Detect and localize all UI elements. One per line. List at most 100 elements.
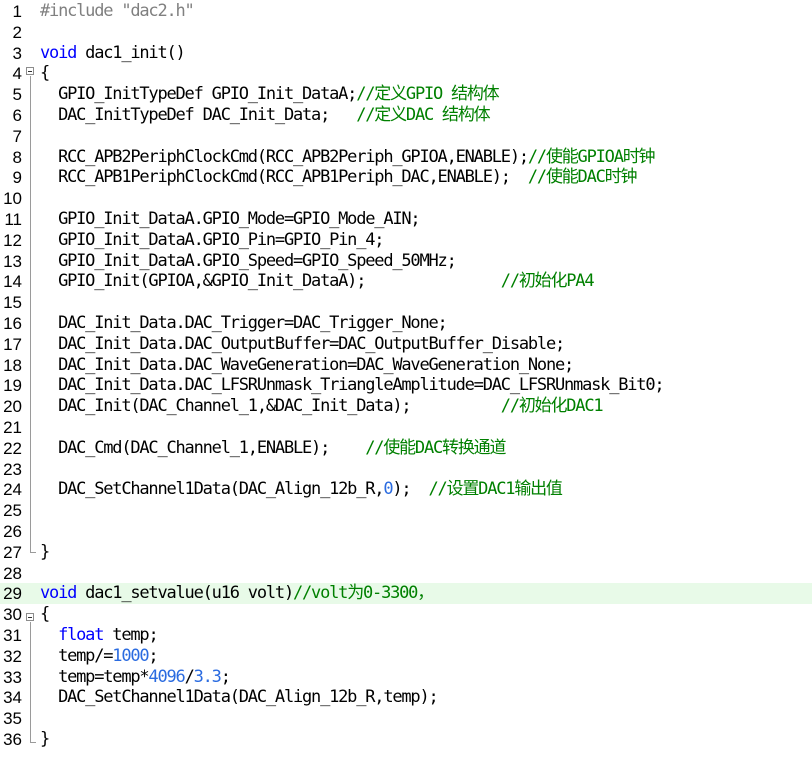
code-line[interactable]: 20 DAC_Init(DAC_Channel_1,&DAC_Init_Data…	[0, 396, 812, 417]
code-text[interactable]: {	[40, 604, 50, 625]
code-line[interactable]: 5 GPIO_InitTypeDef GPIO_Init_DataA;//定义G…	[0, 84, 812, 105]
code-text[interactable]: }	[40, 729, 50, 750]
line-number: 22	[3, 438, 22, 458]
code-line[interactable]: 18 DAC_Init_Data.DAC_WaveGeneration=DAC_…	[0, 355, 812, 376]
code-line[interactable]: 31 float temp;	[0, 625, 812, 646]
comment-token: //初始化PA4	[500, 271, 595, 292]
line-number: 10	[3, 189, 22, 209]
code-line[interactable]: 4{	[0, 63, 812, 84]
line-number: 26	[3, 522, 22, 541]
code-line[interactable]: 29 void dac1_setvalue(u16 volt)//volt为0-3…	[0, 583, 812, 605]
code-text[interactable]: {	[40, 63, 50, 84]
code-text[interactable]: GPIO_Init_DataA.GPIO_Pin=GPIO_Pin_4;	[40, 229, 384, 251]
code-text[interactable]: DAC_Init_Data.DAC_OutputBuffer=DAC_Outpu…	[40, 333, 565, 355]
code-token: );	[392, 479, 429, 500]
fold-toggle-icon[interactable]	[26, 613, 34, 621]
code-text[interactable]: #include "dac2.h"	[40, 1, 195, 22]
code-text[interactable]: GPIO_Init_DataA.GPIO_Mode=GPIO_Mode_AIN;	[40, 209, 421, 230]
code-line[interactable]: 11 GPIO_Init_DataA.GPIO_Mode=GPIO_Mode_A…	[0, 209, 812, 230]
code-line[interactable]: 24 DAC_SetChannel1Data(DAC_Align_12b_R,0…	[0, 479, 812, 500]
line-number: 34	[3, 688, 22, 708]
code-line[interactable]: 27}	[0, 542, 812, 563]
code-text[interactable]: DAC_Init_Data.DAC_Trigger=DAC_Trigger_No…	[40, 313, 448, 334]
code-text[interactable]: DAC_Init_Data.DAC_LFSRUnmask_TriangleAmp…	[40, 375, 665, 396]
code-text[interactable]: GPIO_InitTypeDef GPIO_Init_DataA;//定义GPI…	[40, 84, 500, 105]
code-token: /	[184, 666, 195, 687]
code-line[interactable]: 6 DAC_InitTypeDef DAC_Init_Data; //定义DAC…	[0, 105, 812, 126]
keyword-token: void	[40, 583, 77, 604]
code-token: DAC_Init_Data.DAC_OutputBuffer=DAC_Outpu…	[40, 333, 565, 354]
code-line[interactable]: 16 DAC_Init_Data.DAC_Trigger=DAC_Trigger…	[0, 313, 812, 334]
code-text[interactable]: float temp;	[40, 625, 159, 646]
comment-token: //初始化DAC1	[500, 396, 604, 417]
code-text[interactable]: DAC_InitTypeDef DAC_Init_Data; //定义DAC 结…	[40, 105, 491, 126]
code-token: GPIO_Init(GPIOA,&GPIO_Init_DataA);	[40, 271, 501, 292]
code-text[interactable]: void dac1_init()	[40, 43, 186, 64]
code-line[interactable]: 14 GPIO_Init(GPIOA,&GPIO_Init_DataA); //…	[0, 271, 812, 292]
code-editor[interactable]: 1 #include "dac2.h" 2 3 void dac1_init() 4{5 …	[0, 0, 812, 758]
code-line[interactable]: 34 DAC_SetChannel1Data(DAC_Align_12b_R,t…	[0, 687, 812, 708]
line-number: 1	[12, 2, 22, 21]
line-number: 15	[3, 293, 22, 313]
code-line[interactable]: 36}	[0, 729, 812, 750]
code-text[interactable]: temp/=1000;	[40, 645, 159, 667]
code-text[interactable]: DAC_Init(DAC_Channel_1,&DAC_Init_Data); …	[40, 396, 604, 417]
line-number: 30	[3, 605, 22, 625]
code-line[interactable]: 35	[0, 708, 812, 729]
code-line[interactable]: 19 DAC_Init_Data.DAC_LFSRUnmask_Triangle…	[0, 375, 812, 396]
code-token: temp=temp*	[40, 666, 150, 687]
code-text[interactable]: RCC_APB2PeriphClockCmd(RCC_APB2Periph_GP…	[40, 146, 655, 168]
code-text[interactable]: DAC_Cmd(DAC_Channel_1,ENABLE); //使能DAC转换…	[40, 438, 506, 459]
line-number: 12	[3, 230, 22, 250]
code-line[interactable]: 9 RCC_APB1PeriphClockCmd(RCC_APB1Periph_…	[0, 167, 812, 188]
code-text[interactable]: GPIO_Init_DataA.GPIO_Speed=GPIO_Speed_50…	[40, 250, 457, 272]
code-text[interactable]: void dac1_setvalue(u16 volt)//volt为0-330…	[40, 583, 434, 604]
code-line[interactable]: 23	[0, 459, 812, 480]
code-line[interactable]: 28	[0, 563, 812, 584]
code-token: GPIO_Init_DataA.GPIO_Pin=GPIO_Pin_4;	[40, 229, 384, 250]
code-line[interactable]: 7	[0, 126, 812, 147]
number-token: 1000	[112, 645, 149, 666]
code-text[interactable]: DAC_SetChannel1Data(DAC_Align_12b_R,temp…	[40, 687, 439, 708]
comment-token: //定义DAC 结构体	[356, 105, 490, 125]
code-token: DAC_InitTypeDef DAC_Init_Data;	[40, 105, 357, 125]
code-line[interactable]: 32 temp/=1000;	[0, 646, 812, 667]
code-token: {	[40, 604, 50, 625]
number-token: 3.3	[193, 666, 222, 687]
code-text[interactable]: DAC_SetChannel1Data(DAC_Align_12b_R,0); …	[40, 479, 563, 500]
code-line[interactable]: 21	[0, 417, 812, 438]
code-text[interactable]: }	[40, 542, 50, 563]
code-line[interactable]: 15	[0, 292, 812, 313]
code-token: RCC_APB2PeriphClockCmd(RCC_APB2Periph_GP…	[40, 146, 529, 167]
fold-toggle-icon[interactable]	[26, 67, 34, 75]
code-text[interactable]: temp=temp*4096/3.3;	[40, 666, 231, 688]
code-line[interactable]: 8 RCC_APB2PeriphClockCmd(RCC_APB2Periph_…	[0, 147, 812, 168]
line-number: 28	[3, 563, 22, 583]
code-line[interactable]: 30 {	[0, 604, 812, 625]
line-number: 20	[3, 397, 22, 417]
line-number: 16	[3, 314, 22, 333]
code-line[interactable]: 1 #include "dac2.h"	[0, 1, 812, 22]
keyword-token: float	[58, 625, 104, 645]
line-number: 31	[3, 626, 22, 645]
code-line[interactable]: 33 temp=temp*4096/3.3;	[0, 667, 812, 688]
code-line[interactable]: 2	[0, 22, 812, 43]
line-number: 24	[3, 480, 22, 500]
code-line[interactable]: 3 void dac1_init()	[0, 43, 812, 64]
line-number: 23	[3, 459, 22, 479]
code-text[interactable]: GPIO_Init(GPIOA,&GPIO_Init_DataA); //初始化…	[40, 271, 595, 292]
code-line[interactable]: 22 DAC_Cmd(DAC_Channel_1,ENABLE); //使能DA…	[0, 438, 812, 459]
code-line[interactable]: 12 GPIO_Init_DataA.GPIO_Pin=GPIO_Pin_4;	[0, 230, 812, 251]
code-line[interactable]: 17 DAC_Init_Data.DAC_OutputBuffer=DAC_Ou…	[0, 334, 812, 355]
code-token: GPIO_Init_DataA.GPIO_Speed=GPIO_Speed_50…	[40, 250, 457, 271]
code-text[interactable]: DAC_Init_Data.DAC_WaveGeneration=DAC_Wav…	[40, 355, 574, 376]
code-line[interactable]: 10	[0, 188, 812, 209]
code-line[interactable]: 25	[0, 500, 812, 521]
code-text[interactable]: RCC_APB1PeriphClockCmd(RCC_APB1Periph_DA…	[40, 167, 637, 188]
code-line[interactable]: 13 GPIO_Init_DataA.GPIO_Speed=GPIO_Speed…	[0, 251, 812, 272]
code-line[interactable]: 26	[0, 521, 812, 542]
fold-margin	[26, 0, 36, 758]
code-token: DAC_Init(DAC_Channel_1,&DAC_Init_Data);	[40, 396, 501, 417]
code-token: temp;	[103, 625, 158, 645]
